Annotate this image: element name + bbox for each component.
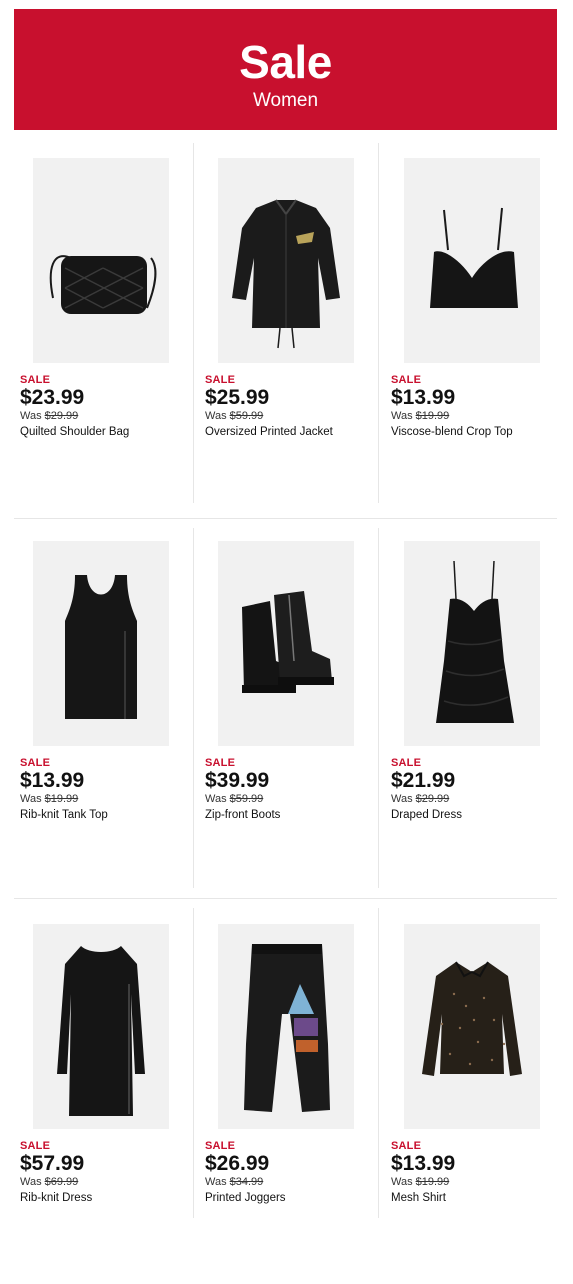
grid-divider [193, 143, 194, 503]
crop-top-icon[interactable] [404, 158, 540, 363]
sale-label: SALE [20, 374, 51, 386]
sale-price: $39.99 [205, 769, 270, 792]
original-price: Was $29.99 [391, 793, 450, 805]
product-name[interactable]: Mesh Shirt [391, 1192, 446, 1204]
grid-divider [193, 908, 194, 1218]
sale-price: $13.99 [20, 769, 85, 792]
sale-price: $13.99 [391, 1152, 456, 1175]
original-price: Was $34.99 [205, 1176, 264, 1188]
sale-price: $13.99 [391, 386, 456, 409]
original-price: Was $19.99 [20, 793, 79, 805]
product-name[interactable]: Rib-knit Dress [20, 1192, 92, 1204]
sale-label: SALE [20, 1140, 51, 1152]
shirt-icon[interactable] [404, 924, 540, 1129]
sale-label: SALE [391, 1140, 422, 1152]
product-card[interactable]: SALE $13.99 Was $19.99 Rib-knit Tank Top [20, 541, 192, 901]
dress-icon[interactable] [404, 541, 540, 746]
sale-price: $57.99 [20, 1152, 85, 1175]
sale-label: SALE [20, 757, 51, 769]
original-price: Was $59.99 [205, 410, 264, 422]
boots-icon[interactable] [218, 541, 354, 746]
product-card[interactable]: SALE $13.99 Was $19.99 Viscose-blend Crop… [391, 158, 563, 518]
sale-label: SALE [391, 374, 422, 386]
product-name[interactable]: Viscose-blend Crop Top [391, 426, 513, 438]
grid-divider [378, 528, 379, 888]
grid-divider [14, 518, 557, 519]
sale-price: $21.99 [391, 769, 456, 792]
original-price: Was $59.99 [205, 793, 264, 805]
product-card[interactable]: SALE $26.99 Was $34.99 Printed Joggers [205, 924, 377, 1284]
product-card[interactable]: SALE $13.99 Was $19.99 Mesh Shirt [391, 924, 563, 1284]
product-name[interactable]: Draped Dress [391, 809, 462, 821]
product-card[interactable]: SALE $39.99 Was $59.99 Zip-front Boots [205, 541, 377, 901]
product-name[interactable]: Zip-front Boots [205, 809, 280, 821]
product-card[interactable]: SALE $57.99 Was $69.99 Rib-knit Dress [20, 924, 192, 1284]
sale-price: $23.99 [20, 386, 85, 409]
banner-title: Sale [239, 36, 332, 88]
product-card[interactable]: SALE $25.99 Was $59.99 Oversized Printed … [205, 158, 377, 518]
product-card[interactable]: SALE $21.99 Was $29.99 Draped Dress [391, 541, 563, 901]
product-card[interactable]: SALE $23.99 Was $29.99 Quilted Shoulder B… [20, 158, 192, 518]
grid-divider [378, 908, 379, 1218]
sale-price: $25.99 [205, 386, 270, 409]
jacket-icon[interactable] [218, 158, 354, 363]
original-price: Was $29.99 [20, 410, 79, 422]
product-name[interactable]: Rib-knit Tank Top [20, 809, 108, 821]
original-price: Was $69.99 [20, 1176, 79, 1188]
sale-label: SALE [205, 757, 236, 769]
sale-label: SALE [391, 757, 422, 769]
grid-divider [378, 143, 379, 503]
original-price: Was $19.99 [391, 410, 450, 422]
tank-top-icon[interactable] [33, 541, 169, 746]
product-name[interactable]: Quilted Shoulder Bag [20, 426, 129, 438]
product-name[interactable]: Printed Joggers [205, 1192, 286, 1204]
grid-divider [193, 528, 194, 888]
joggers-icon[interactable] [218, 924, 354, 1129]
sale-label: SALE [205, 1140, 236, 1152]
sale-label: SALE [205, 374, 236, 386]
product-name[interactable]: Oversized Printed Jacket [205, 426, 333, 438]
sale-price: $26.99 [205, 1152, 270, 1175]
banner-subtitle: Women [252, 90, 319, 111]
long-dress-icon[interactable] [33, 924, 169, 1129]
sale-banner[interactable]: Sale Women [14, 9, 557, 130]
bag-icon[interactable] [33, 158, 169, 363]
original-price: Was $19.99 [391, 1176, 450, 1188]
